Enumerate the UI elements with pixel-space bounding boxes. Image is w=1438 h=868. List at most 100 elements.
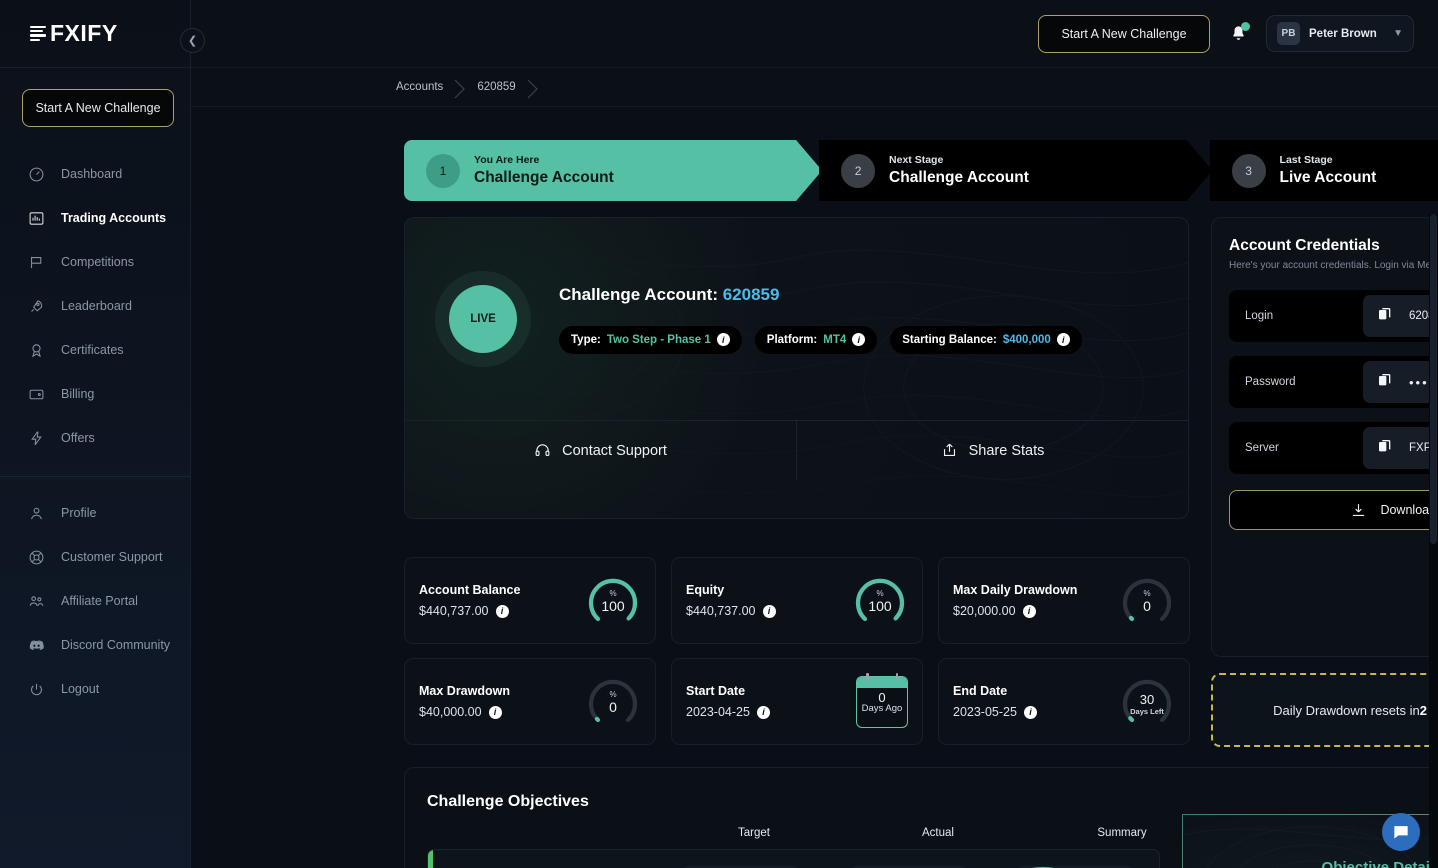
sidebar-item-affiliate-portal[interactable]: Affiliate Portal [0,579,190,623]
brand-logo[interactable]: FXIFY [30,20,118,47]
avatar: PB [1277,22,1300,45]
stat-value: 2023-05-25 [953,705,1017,719]
fxify-logo-icon [30,25,46,43]
top-bar: Start A New Challenge PB Peter Brown ▼ [191,0,1438,68]
copy-icon[interactable] [1377,438,1393,459]
status-badge: LIVE [449,285,517,353]
sidebar-item-leaderboard[interactable]: Leaderboard [0,284,190,328]
gauge-value: 100 [868,597,892,614]
wallet-icon [28,386,45,403]
stat-card-account-balance: Account Balance $440,737.00 i % 100 [404,557,656,644]
credential-value-box: 620859 [1363,295,1438,337]
stat-text: End Date 2023-05-25 i [953,684,1119,719]
stat-card-grid: Account Balance $440,737.00 i % 100 Equi… [404,557,1190,745]
stat-text: Account Balance $440,737.00 i [419,583,585,618]
gauge-pct-symbol: % [876,588,884,598]
page-content: 1 You Are Here Challenge Account 2 Next … [191,107,1438,868]
sidebar-start-new-challenge-button[interactable]: Start A New Challenge [22,89,174,127]
stage-1-current[interactable]: 1 You Are Here Challenge Account [404,140,822,201]
gauge-pct-symbol: % [609,689,617,699]
sidebar-item-logout[interactable]: Logout [0,667,190,711]
breadcrumb-item-account-number[interactable]: 620859 [477,81,515,93]
stage-2-next[interactable]: 2 Next Stage Challenge Account [819,140,1212,201]
brand-name: FXIFY [50,20,118,46]
rocket-icon [28,298,45,315]
sidebar-item-competitions[interactable]: Competitions [0,240,190,284]
scrollbar-thumb[interactable] [1430,214,1437,544]
power-icon [28,681,45,698]
stat-text: Max Daily Drawdown $20,000.00 i [953,583,1119,618]
sidebar-item-customer-support[interactable]: Customer Support [0,535,190,579]
download-icon [1353,503,1365,516]
chat-bubble-icon[interactable] [1382,813,1420,851]
sidebar-label: Competitions [61,255,134,269]
info-icon[interactable]: i [488,705,502,719]
share-icon [943,443,955,457]
breadcrumb-separator-icon [443,76,477,99]
credentials-title: Account Credentials [1229,237,1380,254]
stage-3-last[interactable]: 3 Last Stage Live Account [1209,140,1438,201]
sidebar-item-certificates[interactable]: Certificates [0,328,190,372]
credentials-subtitle: Here's your account credentials. Login v… [1229,260,1438,271]
sidebar-item-offers[interactable]: Offers [0,416,190,460]
sidebar-item-profile[interactable]: Profile [0,491,190,535]
credential-row-login: Login 620859 [1229,290,1438,342]
objective-details-title: Objective Details [1321,859,1438,868]
sidebar-item-dashboard[interactable]: Dashboard [0,152,190,196]
pill-platform: Platform: MT4 i [754,325,878,354]
copy-icon[interactable] [1377,372,1393,393]
share-stats-label: Share Stats [968,442,1045,459]
sidebar-collapse-button[interactable]: ❮ [180,28,205,53]
chevron-left-icon: ❮ [187,35,198,47]
ribbon-icon [28,342,45,359]
notifications-button[interactable] [1226,21,1250,47]
stat-value-row: $440,737.00 i [686,604,852,618]
contact-support-button[interactable]: Contact Support [405,421,796,480]
user-name: Peter Brown [1309,27,1377,40]
gauge-value: 100 [601,597,625,614]
account-hero-card: LIVE Challenge Account: 620859 Type: Two… [404,217,1189,519]
progress-gauge: % 100 [585,573,641,629]
progress-gauge: % 100 [852,573,908,629]
sidebar-item-billing[interactable]: Billing [0,372,190,416]
stat-card-max-daily-drawdown: Max Daily Drawdown $20,000.00 i % 0 [938,557,1190,644]
info-icon[interactable]: i [716,333,730,346]
info-icon[interactable]: i [1022,604,1036,618]
gauge-pct-symbol: % [609,588,617,598]
column-header-target: Target [738,827,770,839]
gauge-icon [28,166,45,183]
sidebar-nav: Dashboard Trading Accounts Competitions … [0,152,190,719]
support-icon [28,549,45,566]
pill-type-key: Type: [571,333,601,346]
stat-label: Equity [686,583,725,597]
vertical-scrollbar[interactable] [1429,214,1438,868]
app-root: FXIFY ❮ Start A New Challenge Dashboard … [0,0,1438,868]
pill-balance-key: Starting Balance: [902,333,997,346]
info-icon[interactable]: i [852,333,866,346]
sidebar-label: Dashboard [61,167,123,181]
row-accent-bar [428,850,433,868]
sidebar-item-trading-accounts[interactable]: Trading Accounts [0,196,190,240]
share-stats-button[interactable]: Share Stats [796,421,1188,480]
credential-key: Server [1245,442,1279,454]
credential-key: Login [1245,310,1274,322]
info-icon[interactable]: i [1023,705,1037,719]
breadcrumb-item-accounts[interactable]: Accounts [396,81,443,93]
start-new-challenge-button[interactable]: Start A New Challenge [1038,14,1210,53]
download-mt4-button[interactable]: Download MT4 [1229,490,1438,530]
sidebar-label: Leaderboard [61,299,132,313]
info-icon[interactable]: i [762,604,776,618]
progress-gauge: % 0 [585,674,641,730]
copy-icon[interactable] [1377,306,1393,327]
info-icon[interactable]: i [756,705,770,719]
sidebar-label: Logout [61,682,100,696]
table-row: Min. Trading Days i 0 1 Passed [427,849,1160,868]
sidebar-cta-label: Start A New Challenge [35,101,161,115]
pill-type: Type: Two Step - Phase 1 i [559,325,742,354]
info-icon[interactable]: i [1056,333,1070,346]
gauge-label: % 100 [852,573,908,629]
user-menu[interactable]: PB Peter Brown ▼ [1266,15,1414,52]
sidebar-item-discord-community[interactable]: Discord Community [0,623,190,667]
info-icon[interactable]: i [495,604,509,618]
calendar-days-number: 0 [878,689,886,705]
